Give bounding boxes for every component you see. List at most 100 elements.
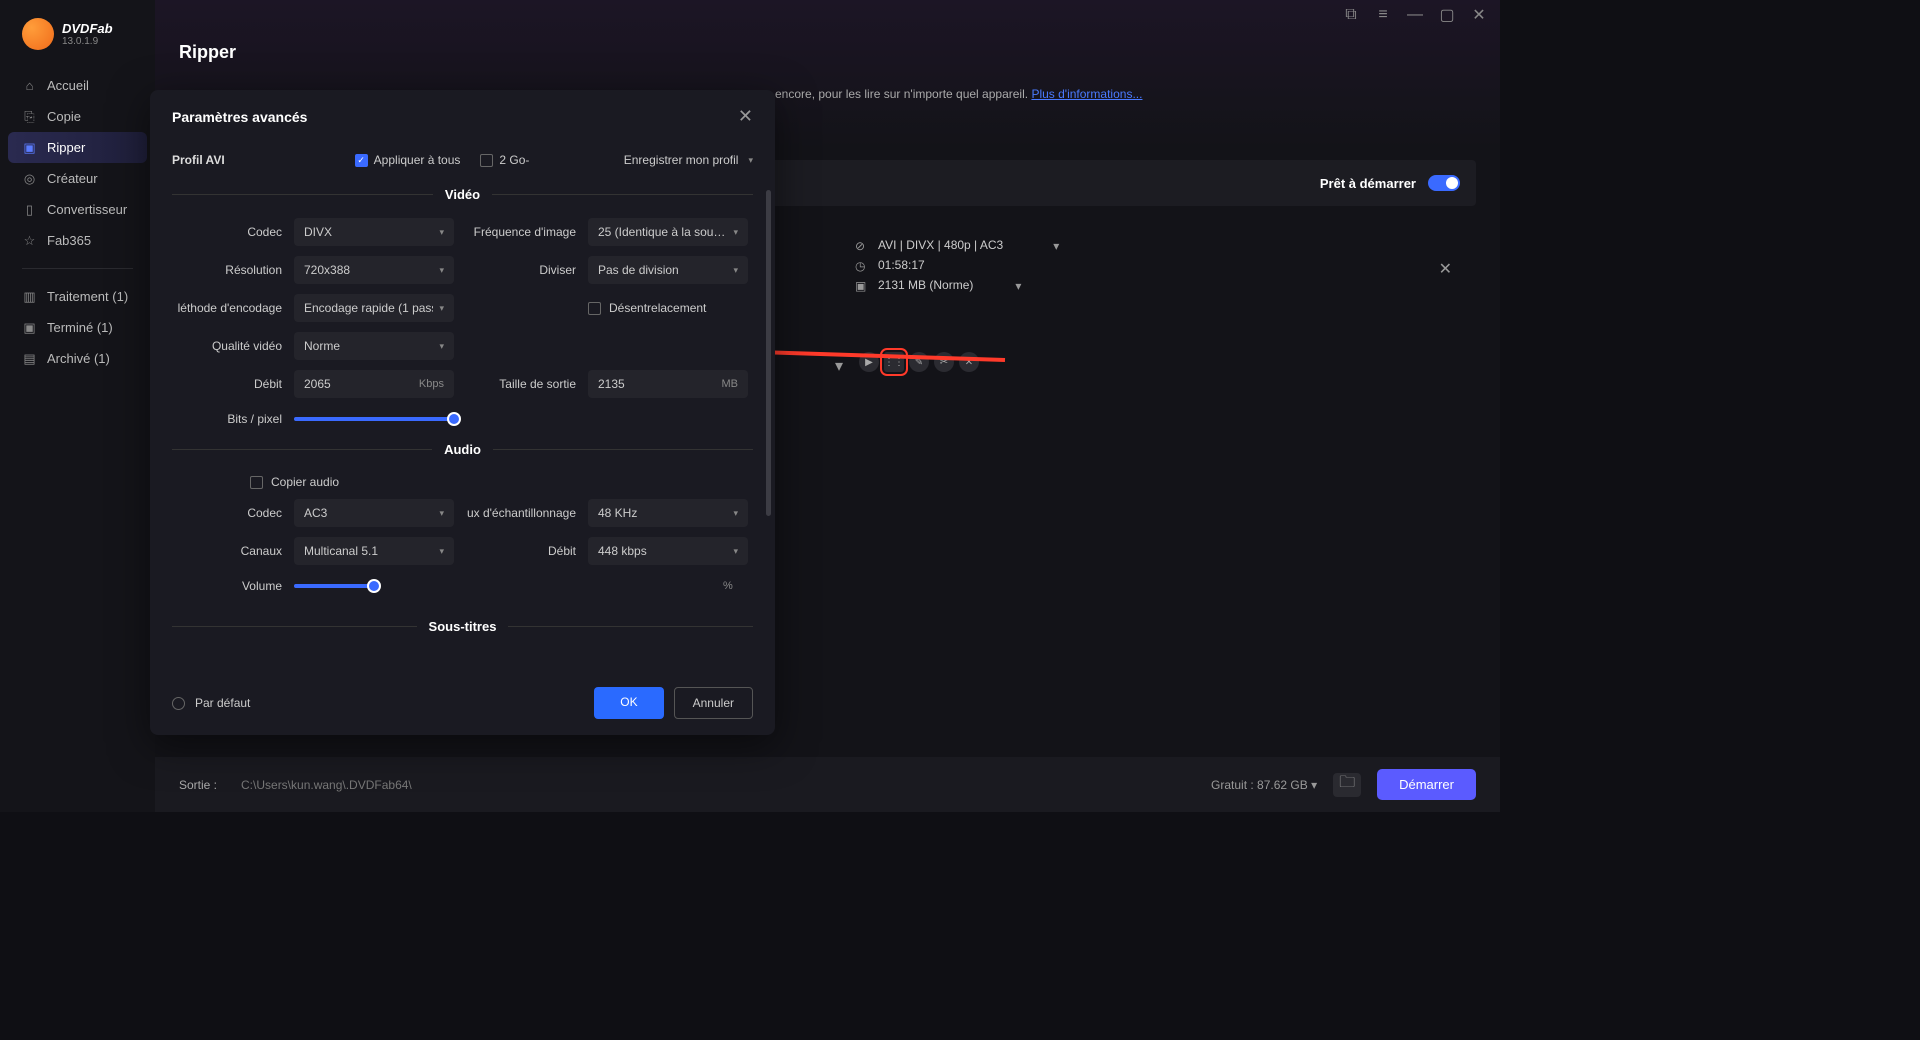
volume-slider[interactable] [294, 584, 374, 588]
crop-icon[interactable]: ✂ [934, 352, 954, 372]
titlebar-menu-icon[interactable]: ≡ [1376, 8, 1390, 22]
samplerate-label: ux d'échantillonnage [466, 506, 576, 520]
sidebar-label: Ripper [47, 140, 85, 155]
logo-icon [22, 18, 54, 50]
split-label: Diviser [466, 263, 576, 277]
sidebar-label: Traitement (1) [47, 289, 128, 304]
sidebar-item-convertisseur[interactable]: ▯ Convertisseur [8, 194, 147, 225]
apply-all-checkbox[interactable] [355, 154, 368, 167]
sidebar: DVDFab 13.0.1.9 ⌂Accueil ⎘Copie ▣Ripper … [0, 0, 155, 812]
folder-icon[interactable]: 🗀 [1333, 773, 1361, 797]
sidebar-item-createur[interactable]: ◎ Créateur [8, 163, 147, 194]
fab365-icon: ☆ [22, 233, 37, 248]
ok-button[interactable]: OK [594, 687, 663, 719]
video-section-title: Vidéo [445, 187, 480, 202]
done-icon: ▣ [22, 320, 37, 335]
video-bitrate-input[interactable]: 2065Kbps [294, 370, 454, 398]
sidebar-item-archive[interactable]: ▤ Archivé (1) [8, 343, 147, 374]
sidebar-label: Créateur [47, 171, 98, 186]
ripper-icon: ▣ [22, 140, 37, 155]
ready-label: Prêt à démarrer [1320, 176, 1416, 191]
default-radio[interactable] [172, 697, 185, 710]
save-profile-dropdown[interactable]: Enregistrer mon profil▾ [624, 153, 753, 167]
creator-icon: ◎ [22, 171, 37, 186]
copy-audio-checkbox[interactable] [250, 476, 263, 489]
size-icon: ▣ [855, 279, 868, 292]
start-button[interactable]: Démarrer [1377, 769, 1476, 800]
audio-codec-select[interactable]: AC3▾ [294, 499, 454, 527]
sidebar-item-termine[interactable]: ▣ Terminé (1) [8, 312, 147, 343]
play-icon[interactable]: ▶ [859, 352, 879, 372]
output-size-label: Taille de sortie [466, 377, 576, 391]
home-icon: ⌂ [22, 78, 37, 93]
sidebar-label: Fab365 [47, 233, 91, 248]
gb2-checkbox[interactable] [480, 154, 493, 167]
audio-samplerate-select[interactable]: 48 KHz▾ [588, 499, 748, 527]
item-size: 2131 MB (Norme) [878, 278, 973, 292]
video-quality-select[interactable]: Norme▾ [294, 332, 454, 360]
chevron-down-icon[interactable]: ▾ [1015, 279, 1028, 292]
sidebar-label: Accueil [47, 78, 89, 93]
bottom-bar: Sortie : C:\Users\kun.wang\.DVDFab64\ Gr… [155, 757, 1500, 812]
audio-channels-select[interactable]: Multicanal 5.1▾ [294, 537, 454, 565]
sidebar-label: Convertisseur [47, 202, 127, 217]
subtitle-section-title: Sous-titres [429, 619, 497, 634]
modal-scrollbar[interactable] [766, 190, 771, 516]
volume-label: Volume [172, 579, 282, 593]
video-framerate-select[interactable]: 25 (Identique à la source)▾ [588, 218, 748, 246]
video-split-select[interactable]: Pas de division▾ [588, 256, 748, 284]
chevron-down-icon[interactable]: ▾ [1053, 239, 1066, 252]
close-item-icon[interactable]: ✕ [1439, 259, 1452, 279]
bpp-label: Bits / pixel [172, 412, 282, 426]
app-logo: DVDFab 13.0.1.9 [0, 18, 155, 70]
remove-icon[interactable]: ✕ [959, 352, 979, 372]
audio-section-title: Audio [444, 442, 481, 457]
video-resolution-select[interactable]: 720x388▾ [294, 256, 454, 284]
output-path[interactable]: C:\Users\kun.wang\.DVDFab64\ [229, 772, 424, 798]
titlebar-layers-icon[interactable]: ⧉ [1344, 8, 1358, 22]
copy-icon: ⎘ [22, 109, 37, 124]
sidebar-item-fab365[interactable]: ☆ Fab365 [8, 225, 147, 256]
settings-icon[interactable]: ⋮⋮ [884, 352, 904, 372]
audio-bitrate-select[interactable]: 448 kbps▾ [588, 537, 748, 565]
video-codec-select[interactable]: DIVX▾ [294, 218, 454, 246]
chevron-down-icon[interactable]: ▾ [835, 356, 848, 369]
apply-all-label: Appliquer à tous [374, 153, 461, 167]
minimize-icon[interactable]: — [1408, 8, 1422, 22]
channels-label: Canaux [172, 544, 282, 558]
modal-title: Paramètres avancés [172, 109, 307, 125]
edit-icon[interactable]: ✎ [909, 352, 929, 372]
maximize-icon[interactable]: ▢ [1440, 8, 1454, 22]
bitrate-label: Débit [172, 377, 282, 391]
output-size-input[interactable]: 2135MB [588, 370, 748, 398]
sidebar-label: Archivé (1) [47, 351, 110, 366]
sidebar-item-traitement[interactable]: ▥Traitement (1) [8, 281, 147, 312]
free-space-label[interactable]: Gratuit : 87.62 GB ▾ [1211, 778, 1317, 792]
ready-toggle[interactable] [1428, 175, 1460, 191]
default-label: Par défaut [195, 696, 250, 710]
close-icon[interactable]: ✕ [1472, 8, 1486, 22]
sidebar-item-accueil[interactable]: ⌂ Accueil [8, 70, 147, 101]
sidebar-label: Terminé (1) [47, 320, 113, 335]
volume-unit: % [723, 580, 753, 592]
sidebar-item-copie[interactable]: ⎘Copie [8, 101, 147, 132]
deinterlace-label: Désentrelacement [609, 301, 706, 315]
framerate-label: Fréquence d'image [466, 225, 576, 239]
bpp-slider[interactable] [294, 417, 454, 421]
archive-icon: ▤ [22, 351, 37, 366]
item-duration: 01:58:17 [878, 258, 925, 272]
page-title: Ripper [155, 0, 1500, 87]
info-link[interactable]: Plus d'informations... [1031, 87, 1142, 101]
app-name: DVDFab [62, 21, 113, 36]
modal-close-icon[interactable]: ✕ [738, 106, 753, 127]
queue-item: ⊘ AVI | DIVX | 480p | AC3 ▾ ◷ 01:58:17 ▣… [855, 235, 1460, 295]
item-format: AVI | DIVX | 480p | AC3 [878, 238, 1003, 252]
deinterlace-checkbox[interactable] [588, 302, 601, 315]
disc-icon: ⊘ [855, 239, 868, 252]
cancel-button[interactable]: Annuler [674, 687, 753, 719]
codec-label: Codec [172, 225, 282, 239]
sidebar-item-ripper[interactable]: ▣ Ripper [8, 132, 147, 163]
converter-icon: ▯ [22, 202, 37, 217]
video-encoding-select[interactable]: Encodage rapide (1 passe)▾ [294, 294, 454, 322]
audio-codec-label: Codec [172, 506, 282, 520]
